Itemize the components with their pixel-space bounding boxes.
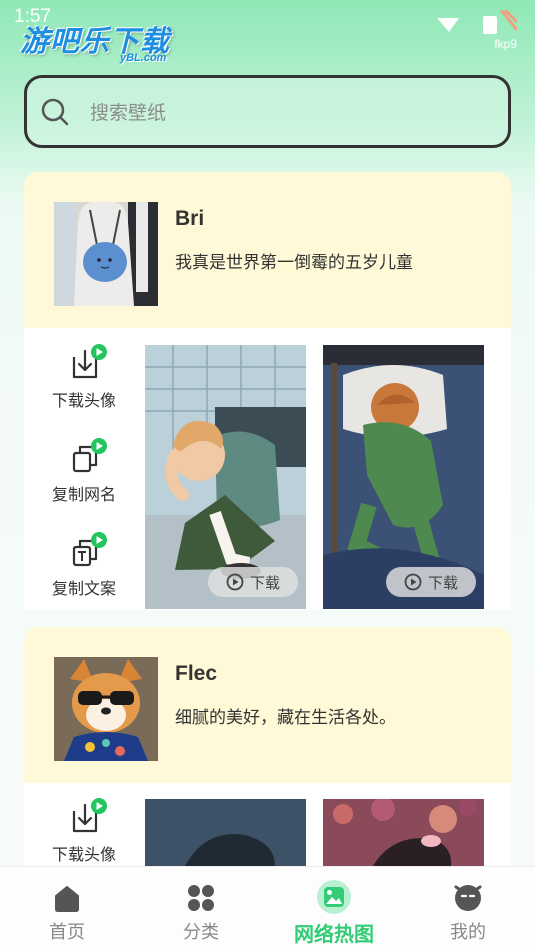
copy-caption-action[interactable]: 复制文案 [24,531,144,611]
watermark-logo-sub: yBL.com [120,52,167,64]
download-icon [72,344,107,379]
download-label: 下载 [427,573,458,592]
tab-label: 首页 [49,922,85,943]
download-avatar-action[interactable]: 下载头像 [24,797,144,877]
wallpaper-thumbnail[interactable]: 下载 [323,345,484,609]
card-header[interactable]: Flec 细腻的美好，藏在生活各处。 [24,627,511,783]
avatar[interactable] [54,202,158,306]
download-icon [72,798,107,833]
status-extra: fkp9 [494,37,517,51]
copy-icon [72,438,107,473]
search-bar[interactable]: 搜索壁纸 [24,75,511,148]
card-body: 下载头像 [24,783,511,866]
play-icon [404,573,422,591]
tab-label: 网络热图 [294,922,374,946]
card-description: 细腻的美好，藏在生活各处。 [175,708,396,728]
action-label: 复制网名 [51,485,116,504]
action-label: 复制文案 [51,579,116,598]
search-placeholder: 搜索壁纸 [90,102,167,124]
card-name: Flec [175,662,218,685]
tab-hot-wallpapers[interactable]: 网络热图 [267,867,401,951]
tab-home[interactable]: 首页 [0,867,134,951]
wallpaper-thumbnail[interactable]: 下载 [145,345,306,609]
tab-category[interactable]: 分类 [134,867,268,951]
action-label: 下载头像 [51,845,116,864]
card-body: 下载头像 复制网名 复制文案 下载 下载 [24,328,511,610]
category-icon [188,885,214,911]
search-icon [41,98,69,125]
card-description: 我真是世界第一倒霉的五岁儿童 [175,253,413,273]
bottom-tab-bar: 首页 分类 网络热图 我的 [0,866,535,951]
play-icon [226,573,244,591]
card-header[interactable]: Bri 我真是世界第一倒霉的五岁儿童 [24,172,511,328]
avatar[interactable] [54,657,158,761]
home-icon [55,886,79,912]
tab-profile[interactable]: 我的 [401,867,535,951]
status-icons [437,10,517,34]
wallpaper-thumbnail[interactable] [323,799,484,866]
image-icon [317,880,351,914]
profile-icon [454,885,482,911]
copy-nickname-action[interactable]: 复制网名 [24,437,144,517]
action-label: 下载头像 [51,391,116,410]
download-button[interactable]: 下载 [386,567,476,597]
download-label: 下载 [249,573,280,592]
download-button[interactable]: 下载 [208,567,298,597]
tab-label: 分类 [183,922,219,943]
wallpaper-thumbnail[interactable] [145,799,306,866]
card-name: Bri [175,207,205,230]
copy-text-icon [72,532,107,567]
download-avatar-action[interactable]: 下载头像 [24,343,144,423]
tab-label: 我的 [450,922,486,943]
